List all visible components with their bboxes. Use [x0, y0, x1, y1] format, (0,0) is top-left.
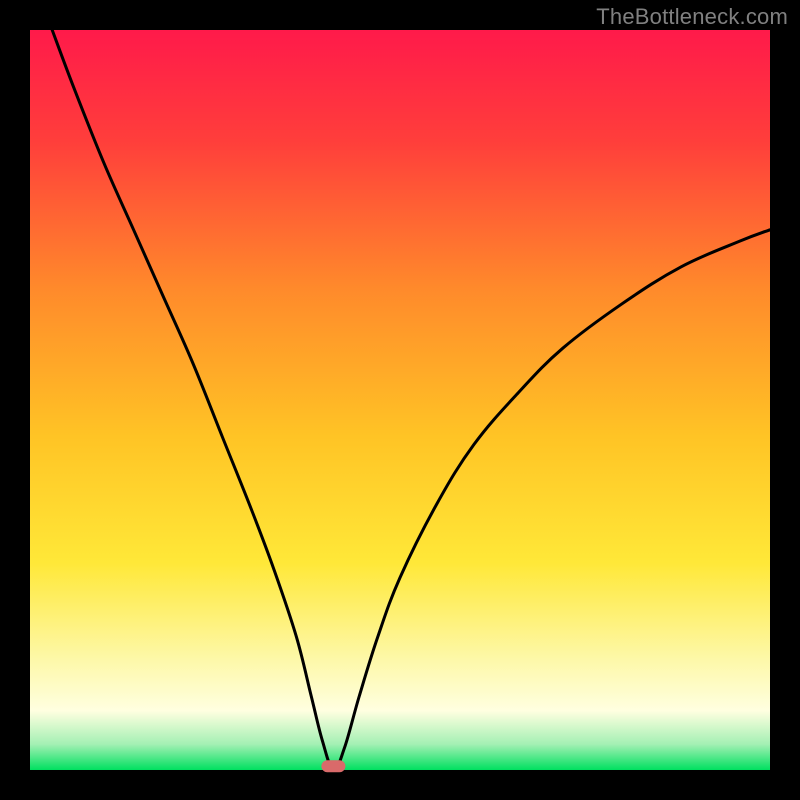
chart-frame: TheBottleneck.com	[0, 0, 800, 800]
min-marker	[321, 760, 345, 772]
watermark-text: TheBottleneck.com	[596, 4, 788, 30]
plot-background	[30, 30, 770, 770]
chart-svg	[0, 0, 800, 800]
